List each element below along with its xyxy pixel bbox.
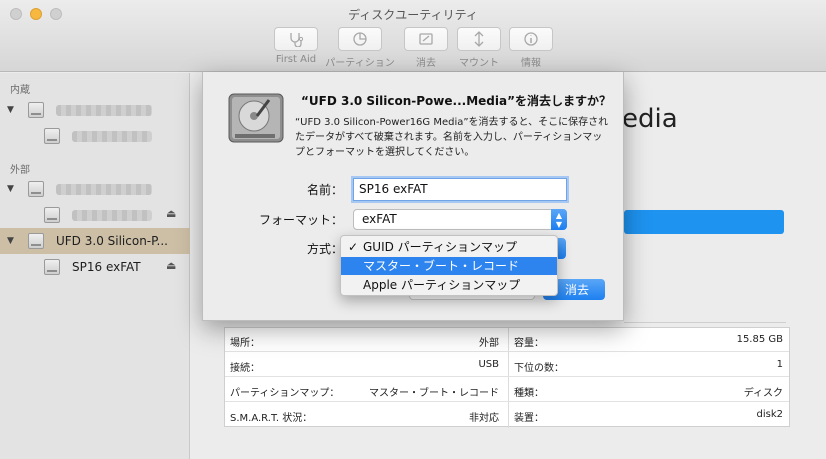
info-value: 15.85 GB	[736, 334, 783, 345]
checkmark-icon: ✓	[348, 240, 359, 254]
dialog-message: “UFD 3.0 Silicon-Power16G Media”を消去すると、そ…	[295, 117, 609, 158]
partition-pie-icon	[338, 27, 382, 51]
info-value: disk2	[756, 409, 784, 420]
info-value: 外部	[479, 338, 499, 349]
toolbar-info-label: 情報	[521, 58, 541, 69]
info-key: 種類：	[514, 388, 544, 399]
sidebar-item-label: UFD 3.0 Silicon-P...	[56, 234, 168, 248]
table-row: S.M.A.R.T. 状況： 非対応 装置： disk2	[225, 403, 789, 427]
menu-item-label: GUID パーティションマップ	[363, 240, 517, 254]
info-value: マスター・ブート・レコード	[369, 388, 499, 399]
eject-icon[interactable]: ⏏	[166, 207, 176, 220]
menu-item-guid[interactable]: ✓ GUID パーティションマップ	[341, 238, 557, 256]
stethoscope-icon	[274, 27, 318, 51]
volume-icon	[44, 128, 60, 144]
sidebar-section-external: 外部	[10, 165, 30, 176]
external-disk-icon	[28, 181, 44, 197]
info-key: パーティションマップ：	[230, 388, 340, 399]
scheme-popup-menu: ✓ GUID パーティションマップ マスター・ブート・レコード Apple パー…	[340, 235, 558, 296]
menu-item-mbr[interactable]: マスター・ブート・レコード	[341, 257, 557, 275]
info-key: 接続：	[230, 363, 260, 374]
name-label: 名前：	[306, 183, 343, 197]
table-row: パーティションマップ： マスター・ブート・レコード 種類： ディスク	[225, 378, 789, 402]
device-info-table: 場所： 外部 容量： 15.85 GB 接続： USB 下位の数： 1 パーティ…	[224, 327, 790, 428]
sidebar-item-internal-disk[interactable]: ▼	[0, 97, 190, 123]
internal-disk-icon	[28, 102, 44, 118]
info-key: 下位の数：	[514, 363, 564, 374]
menu-item-label: Apple パーティションマップ	[363, 278, 521, 292]
mount-icon	[457, 27, 501, 51]
toolbar-partition[interactable]: パーティション	[325, 27, 395, 69]
info-key: S.M.A.R.T. 状況：	[230, 413, 313, 424]
toolbar-info[interactable]: 情報	[508, 27, 554, 69]
window-titlebar: ディスクユーティリティ First Aid パーティション 消去 マウント 情報	[0, 0, 826, 72]
usage-bar	[624, 210, 784, 234]
eject-icon[interactable]: ⏏	[166, 259, 176, 272]
table-row: 接続： USB 下位の数： 1	[225, 353, 789, 377]
disclosure-triangle-icon[interactable]: ▼	[7, 184, 14, 194]
window-title: ディスクユーティリティ	[348, 8, 478, 22]
dialog-title: “UFD 3.0 Silicon-Powe...Media”を消去しますか？	[301, 94, 611, 108]
name-field[interactable]: SP16 exFAT	[353, 178, 567, 201]
info-value: ディスク	[743, 388, 783, 399]
info-key: 場所：	[230, 338, 260, 349]
menu-item-apple[interactable]: Apple パーティションマップ	[341, 276, 557, 294]
sidebar-item-external-volume[interactable]: ⏏	[0, 202, 190, 228]
sidebar-item-sp16-volume[interactable]: SP16 exFAT ⏏	[0, 254, 190, 280]
redacted-label	[72, 210, 152, 221]
volume-icon	[44, 207, 60, 223]
sidebar-item-internal-volume[interactable]	[0, 123, 190, 149]
hard-drive-icon	[227, 90, 285, 148]
volume-icon	[44, 259, 60, 275]
sidebar-item-ufd-selected[interactable]: ▼ UFD 3.0 Silicon-P...	[0, 228, 190, 254]
menu-item-label: マスター・ブート・レコード	[363, 259, 520, 273]
redacted-label	[56, 184, 152, 195]
erase-icon	[404, 27, 448, 51]
scheme-label: 方式：	[306, 242, 343, 256]
redacted-label	[56, 105, 152, 116]
disclosure-triangle-icon[interactable]: ▼	[7, 105, 14, 115]
sidebar-section-internal: 内蔵	[10, 85, 30, 96]
table-row: 場所： 外部 容量： 15.85 GB	[225, 328, 789, 352]
sidebar-item-external-disk[interactable]: ▼	[0, 176, 190, 202]
device-title: edia	[622, 104, 678, 134]
redacted-label	[72, 131, 152, 142]
info-value: USB	[478, 359, 499, 370]
info-value: 非対応	[469, 413, 499, 424]
format-selected-value: exFAT	[362, 212, 397, 226]
info-value: 1	[776, 359, 783, 370]
format-label: フォーマット：	[258, 213, 343, 227]
divider	[624, 322, 786, 323]
info-icon	[509, 27, 553, 51]
format-select[interactable]: exFAT ▲ ▼	[353, 209, 567, 230]
sidebar-item-label: SP16 exFAT	[72, 260, 141, 274]
usb-disk-icon	[28, 233, 44, 249]
disclosure-triangle-icon[interactable]: ▼	[7, 236, 14, 246]
sidebar: 内蔵 ▼ 外部 ▼ ⏏ ▼ UFD 3.0 Silicon-P... SP16 …	[0, 73, 190, 459]
toolbar-first-aid[interactable]: First Aid	[273, 27, 319, 65]
info-key: 容量：	[514, 338, 544, 349]
chevron-updown-icon: ▲ ▼	[551, 209, 567, 230]
info-key: 装置：	[514, 413, 544, 424]
